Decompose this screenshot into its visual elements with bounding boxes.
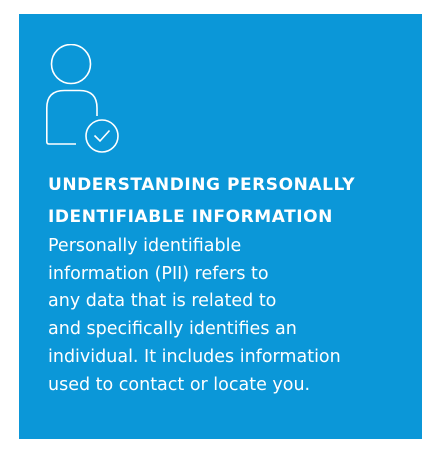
heading-line: IDENTIFIABLE INFORMATION — [48, 207, 333, 227]
check-mark-icon — [93, 129, 111, 143]
person-head-shape — [50, 44, 92, 85]
pii-info-card: UNDERSTANDING PERSONALLY IDENTIFIABLE IN… — [19, 14, 422, 439]
card-heading: UNDERSTANDING PERSONALLY IDENTIFIABLE IN… — [48, 169, 413, 233]
body-line: information (PII) refers to — [48, 263, 269, 284]
person-body-shape — [46, 89, 98, 145]
card-text: UNDERSTANDING PERSONALLY IDENTIFIABLE IN… — [48, 169, 413, 399]
person-check-icon — [46, 44, 121, 156]
body-line: individual. It includes information — [48, 346, 341, 367]
body-line: Personally identifiable — [48, 236, 242, 256]
body-line: used to contact or locate you. — [48, 374, 311, 395]
heading-line: UNDERSTANDING PERSONALLY — [48, 175, 356, 195]
card-body: Personally identifiable information (PII… — [48, 233, 413, 399]
body-line: any data that is related to — [48, 291, 277, 312]
check-badge-circle — [85, 119, 119, 153]
body-line: and specifically identifies an — [48, 319, 297, 340]
